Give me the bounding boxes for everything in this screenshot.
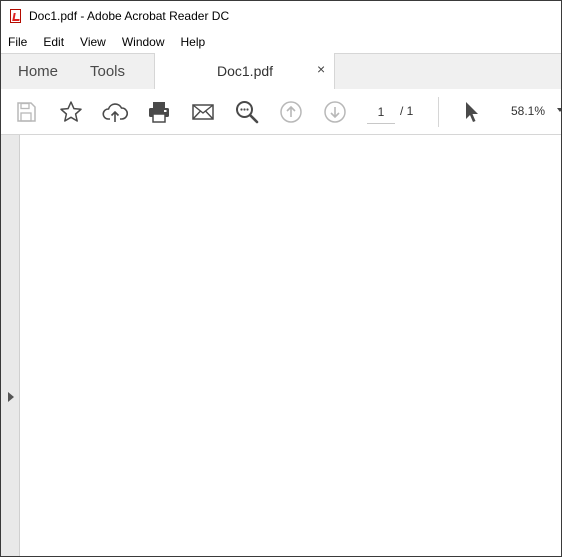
page-up-icon[interactable] (278, 99, 304, 125)
chevron-down-icon[interactable] (557, 108, 561, 112)
zoom-level[interactable]: 58.1% (511, 104, 545, 118)
tab-document[interactable]: Doc1.pdf × (154, 53, 335, 89)
window-title: Doc1.pdf - Adobe Acrobat Reader DC (29, 8, 230, 23)
tab-bar: Home Tools Doc1.pdf × (1, 53, 561, 90)
page-down-icon[interactable] (322, 99, 348, 125)
upload-cloud-icon[interactable] (102, 99, 128, 125)
expand-pane-arrow-icon[interactable] (8, 392, 14, 402)
toolbar: / 1 58.1% (1, 89, 561, 135)
page-number-input[interactable] (367, 101, 395, 124)
menu-file[interactable]: File (1, 35, 35, 49)
menu-view[interactable]: View (72, 35, 114, 49)
menu-bar: File Edit View Window Help (1, 31, 561, 53)
zoom-search-icon[interactable] (234, 99, 260, 125)
menu-window[interactable]: Window (114, 35, 173, 49)
print-icon[interactable] (146, 99, 172, 125)
select-cursor-icon[interactable] (458, 99, 484, 125)
pdf-file-icon (10, 8, 21, 23)
left-navigation-pane (1, 135, 20, 556)
document-view[interactable] (20, 135, 561, 556)
close-tab-icon[interactable]: × (317, 61, 325, 77)
tab-home[interactable]: Home (18, 63, 58, 80)
menu-help[interactable]: Help (173, 35, 214, 49)
tab-document-label: Doc1.pdf (217, 63, 274, 79)
acrobat-window: Doc1.pdf - Adobe Acrobat Reader DC File … (0, 0, 562, 557)
email-icon[interactable] (190, 99, 216, 125)
menu-edit[interactable]: Edit (35, 35, 72, 49)
toolbar-divider (438, 97, 439, 127)
title-bar: Doc1.pdf - Adobe Acrobat Reader DC (1, 1, 561, 30)
page-total: / 1 (400, 104, 414, 118)
save-icon[interactable] (13, 99, 39, 125)
tab-tools[interactable]: Tools (90, 63, 125, 80)
bookmark-star-icon[interactable] (58, 99, 84, 125)
